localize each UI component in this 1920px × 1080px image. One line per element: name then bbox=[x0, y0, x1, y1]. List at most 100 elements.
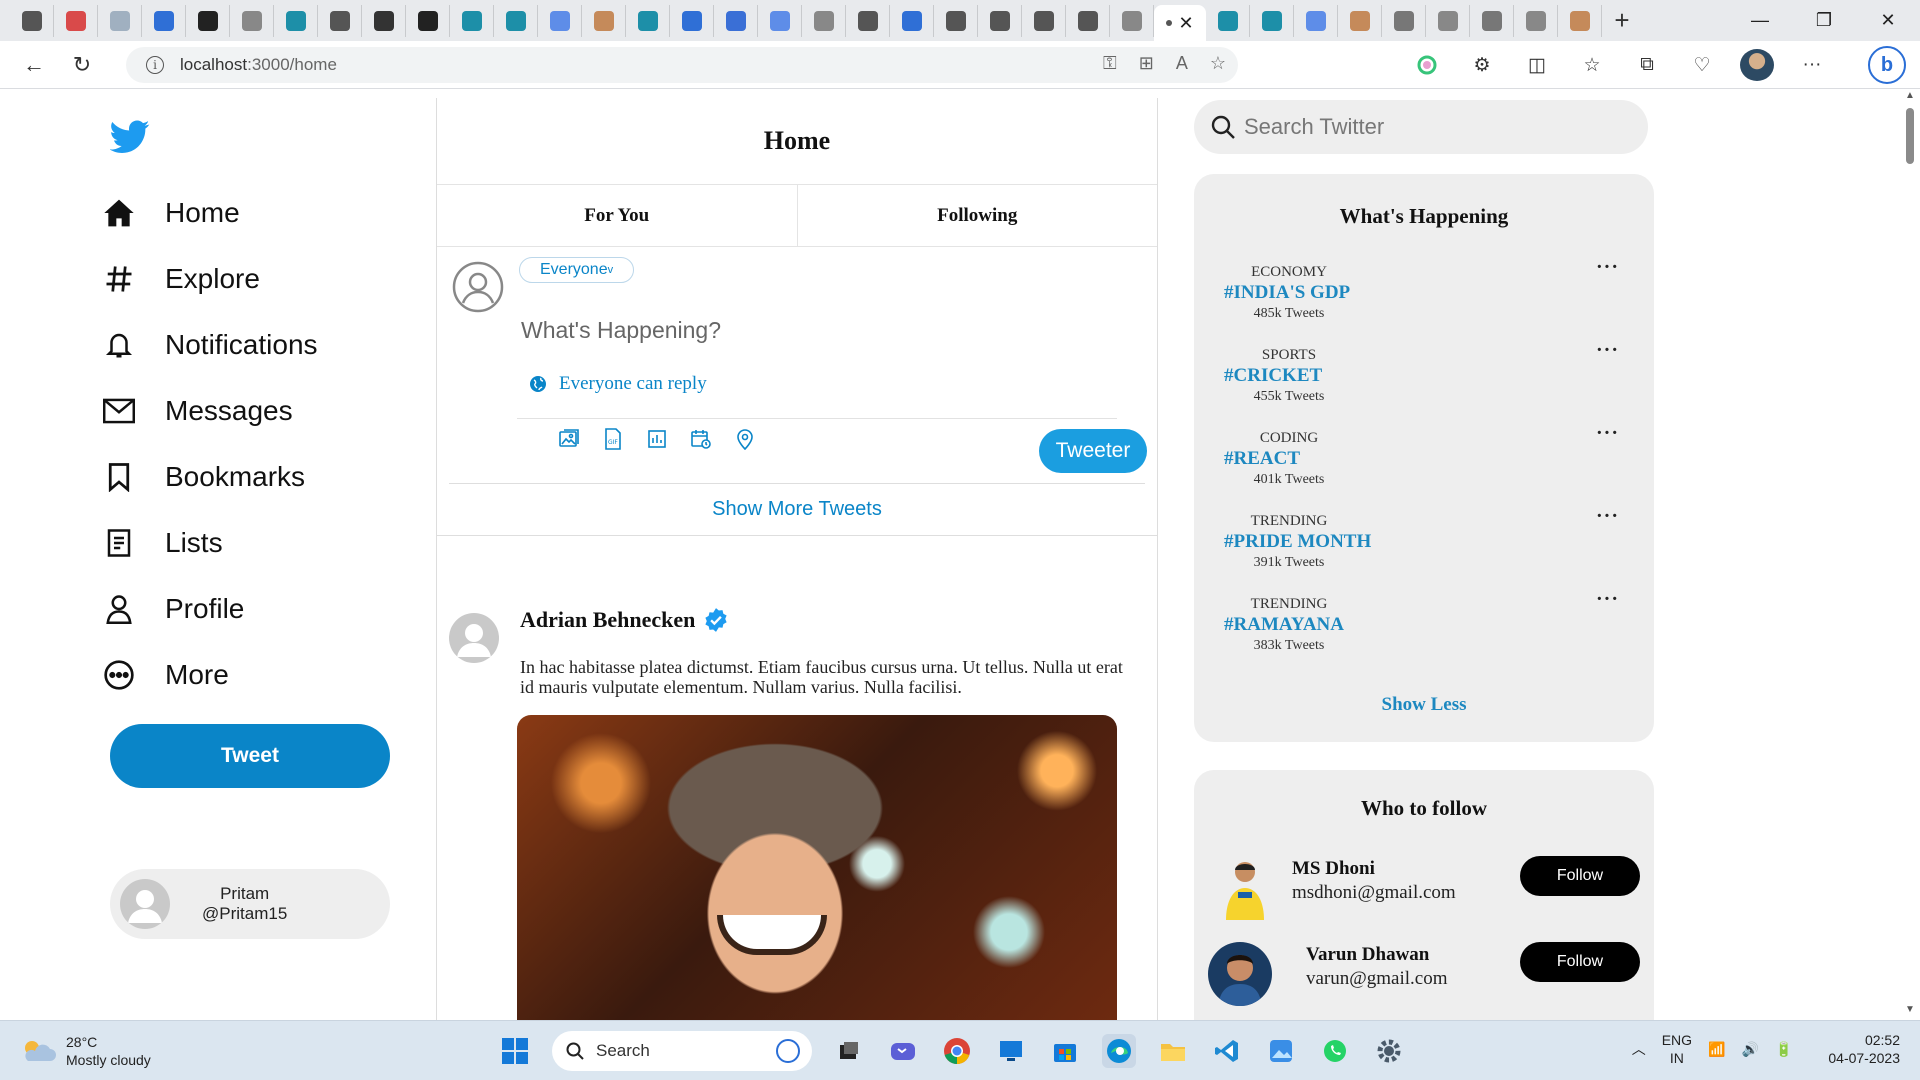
browser-tab[interactable] bbox=[538, 4, 582, 37]
bing-copilot-icon[interactable]: b bbox=[1868, 46, 1906, 84]
browser-tab[interactable] bbox=[1470, 4, 1514, 37]
site-info-icon[interactable]: i bbox=[146, 56, 164, 74]
follow-button[interactable]: Follow bbox=[1520, 856, 1640, 896]
more-options-icon[interactable]: ··· bbox=[1596, 505, 1619, 528]
browser-tab[interactable] bbox=[978, 4, 1022, 37]
language-indicator[interactable]: ENG IN bbox=[1662, 1031, 1692, 1067]
browser-tab[interactable] bbox=[1294, 4, 1338, 37]
reply-setting[interactable]: Everyone can reply bbox=[529, 373, 707, 395]
minimize-icon[interactable]: — bbox=[1728, 0, 1792, 41]
browser-tab[interactable] bbox=[98, 4, 142, 37]
show-more-tweets-link[interactable]: Show More Tweets bbox=[437, 498, 1157, 521]
browser-tab[interactable] bbox=[142, 4, 186, 37]
chrome-icon[interactable] bbox=[940, 1034, 974, 1068]
browser-tab[interactable] bbox=[890, 4, 934, 37]
twitter-logo-icon[interactable] bbox=[109, 120, 150, 159]
browser-tab[interactable] bbox=[318, 4, 362, 37]
sidebar-item-lists[interactable]: Lists bbox=[102, 520, 223, 566]
scroll-down-icon[interactable]: ▼ bbox=[1900, 1004, 1920, 1020]
read-aloud-icon[interactable]: A bbox=[1176, 53, 1188, 74]
follow-button[interactable]: Follow bbox=[1520, 942, 1640, 982]
browser-tab[interactable] bbox=[274, 4, 318, 37]
follow-suggestion[interactable]: MS Dhoni msdhoni@gmail.com Follow bbox=[1208, 856, 1640, 922]
taskbar-search[interactable]: Search bbox=[552, 1031, 812, 1071]
browser-tab[interactable] bbox=[1250, 4, 1294, 37]
extension-circle-icon[interactable] bbox=[1410, 49, 1444, 81]
favorites-icon[interactable]: ☆ bbox=[1575, 49, 1609, 81]
browser-tab[interactable] bbox=[934, 4, 978, 37]
audience-selector[interactable]: Everyone v bbox=[519, 257, 635, 283]
browser-tab[interactable] bbox=[802, 4, 846, 37]
browser-tab[interactable] bbox=[186, 4, 230, 37]
tweet-button[interactable]: Tweet bbox=[110, 724, 390, 788]
sidebar-item-home[interactable]: Home bbox=[102, 190, 240, 236]
post-image[interactable] bbox=[517, 715, 1117, 1025]
post-author[interactable]: Adrian Behnecken bbox=[520, 607, 729, 633]
page-scrollbar[interactable]: ▲ ▼ bbox=[1900, 90, 1920, 1020]
reload-icon[interactable]: ↻ bbox=[58, 41, 106, 89]
restore-icon[interactable]: ❐ bbox=[1792, 0, 1856, 41]
browser-tab[interactable] bbox=[1066, 4, 1110, 37]
browser-tab[interactable] bbox=[758, 4, 802, 37]
show-hidden-icons-chevron-icon[interactable]: ︿ bbox=[1632, 1039, 1646, 1059]
show-less-link[interactable]: Show Less bbox=[1194, 694, 1654, 716]
browser-tab[interactable] bbox=[582, 4, 626, 37]
meet-icon[interactable] bbox=[886, 1034, 920, 1068]
more-options-icon[interactable]: ··· bbox=[1596, 422, 1619, 445]
poll-icon[interactable] bbox=[645, 427, 669, 451]
browser-tab[interactable] bbox=[362, 4, 406, 37]
trend-hashtag[interactable]: #REACT bbox=[1224, 448, 1300, 470]
gif-icon[interactable]: GIF bbox=[601, 427, 625, 451]
trend-hashtag[interactable]: #PRIDE MONTH bbox=[1224, 531, 1371, 553]
favorite-star-icon[interactable]: ☆ bbox=[1210, 53, 1226, 74]
image-icon[interactable] bbox=[557, 427, 581, 451]
sidebar-item-more[interactable]: More bbox=[102, 652, 229, 698]
close-tab-icon[interactable]: ✕ bbox=[1178, 13, 1193, 34]
remote-desktop-icon[interactable] bbox=[994, 1034, 1028, 1068]
back-icon[interactable]: ← bbox=[10, 41, 58, 89]
browser-tab[interactable] bbox=[54, 4, 98, 37]
windows-start-icon[interactable] bbox=[498, 1034, 532, 1068]
browser-tab[interactable] bbox=[406, 4, 450, 37]
browser-tab[interactable] bbox=[10, 4, 54, 37]
browser-tab[interactable] bbox=[1382, 4, 1426, 37]
browser-tab[interactable] bbox=[1110, 4, 1154, 37]
whatsapp-icon[interactable] bbox=[1318, 1034, 1352, 1068]
search-bar[interactable] bbox=[1194, 100, 1648, 154]
compose-tweet-input[interactable] bbox=[521, 312, 1121, 348]
scrollbar-thumb[interactable] bbox=[1906, 108, 1914, 164]
post-author-avatar[interactable] bbox=[449, 613, 499, 663]
browser-tab[interactable] bbox=[450, 4, 494, 37]
wifi-icon[interactable]: 📶 bbox=[1708, 1041, 1725, 1058]
trend-hashtag[interactable]: #RAMAYANA bbox=[1224, 614, 1344, 636]
vscode-icon[interactable] bbox=[1210, 1034, 1244, 1068]
edge-icon[interactable] bbox=[1102, 1034, 1136, 1068]
url-field[interactable]: i localhost:3000/home ⚿ ⊞ A ☆ bbox=[126, 47, 1238, 83]
more-options-icon[interactable]: ··· bbox=[1596, 339, 1619, 362]
browser-tab[interactable] bbox=[846, 4, 890, 37]
key-icon[interactable]: ⚿ bbox=[1103, 53, 1117, 74]
profile-avatar[interactable] bbox=[1740, 49, 1774, 81]
browser-tab[interactable] bbox=[1514, 4, 1558, 37]
volume-icon[interactable]: 🔊 bbox=[1742, 1041, 1759, 1058]
location-icon[interactable] bbox=[733, 427, 757, 451]
search-input[interactable] bbox=[1244, 114, 1624, 140]
follow-suggestion[interactable]: Varun Dhawan varun@gmail.com Follow bbox=[1208, 942, 1640, 1008]
tab-following[interactable]: Following bbox=[798, 185, 1158, 246]
close-window-icon[interactable]: ✕ bbox=[1856, 0, 1920, 41]
more-options-icon[interactable]: ··· bbox=[1596, 588, 1619, 611]
trend-hashtag[interactable]: #INDIA'S GDP bbox=[1224, 282, 1350, 304]
settings-gear-icon[interactable] bbox=[1372, 1034, 1406, 1068]
collections-icon[interactable]: ⧉ bbox=[1630, 49, 1664, 81]
sidebar-item-explore[interactable]: Explore bbox=[102, 256, 260, 302]
weather-widget[interactable]: 28°C Mostly cloudy bbox=[20, 1033, 151, 1069]
split-screen-icon[interactable]: ◫ bbox=[1520, 49, 1554, 81]
battery-icon[interactable]: 🔋 bbox=[1775, 1041, 1792, 1058]
store-icon[interactable] bbox=[1048, 1034, 1082, 1068]
tab-for-you[interactable]: For You bbox=[437, 185, 798, 246]
clock[interactable]: 02:52 04-07-2023 bbox=[1828, 1031, 1900, 1067]
schedule-icon[interactable] bbox=[689, 427, 713, 451]
browser-tab[interactable] bbox=[1206, 4, 1250, 37]
account-switcher[interactable]: Pritam @Pritam15 bbox=[110, 869, 390, 939]
browser-tab[interactable] bbox=[714, 4, 758, 37]
